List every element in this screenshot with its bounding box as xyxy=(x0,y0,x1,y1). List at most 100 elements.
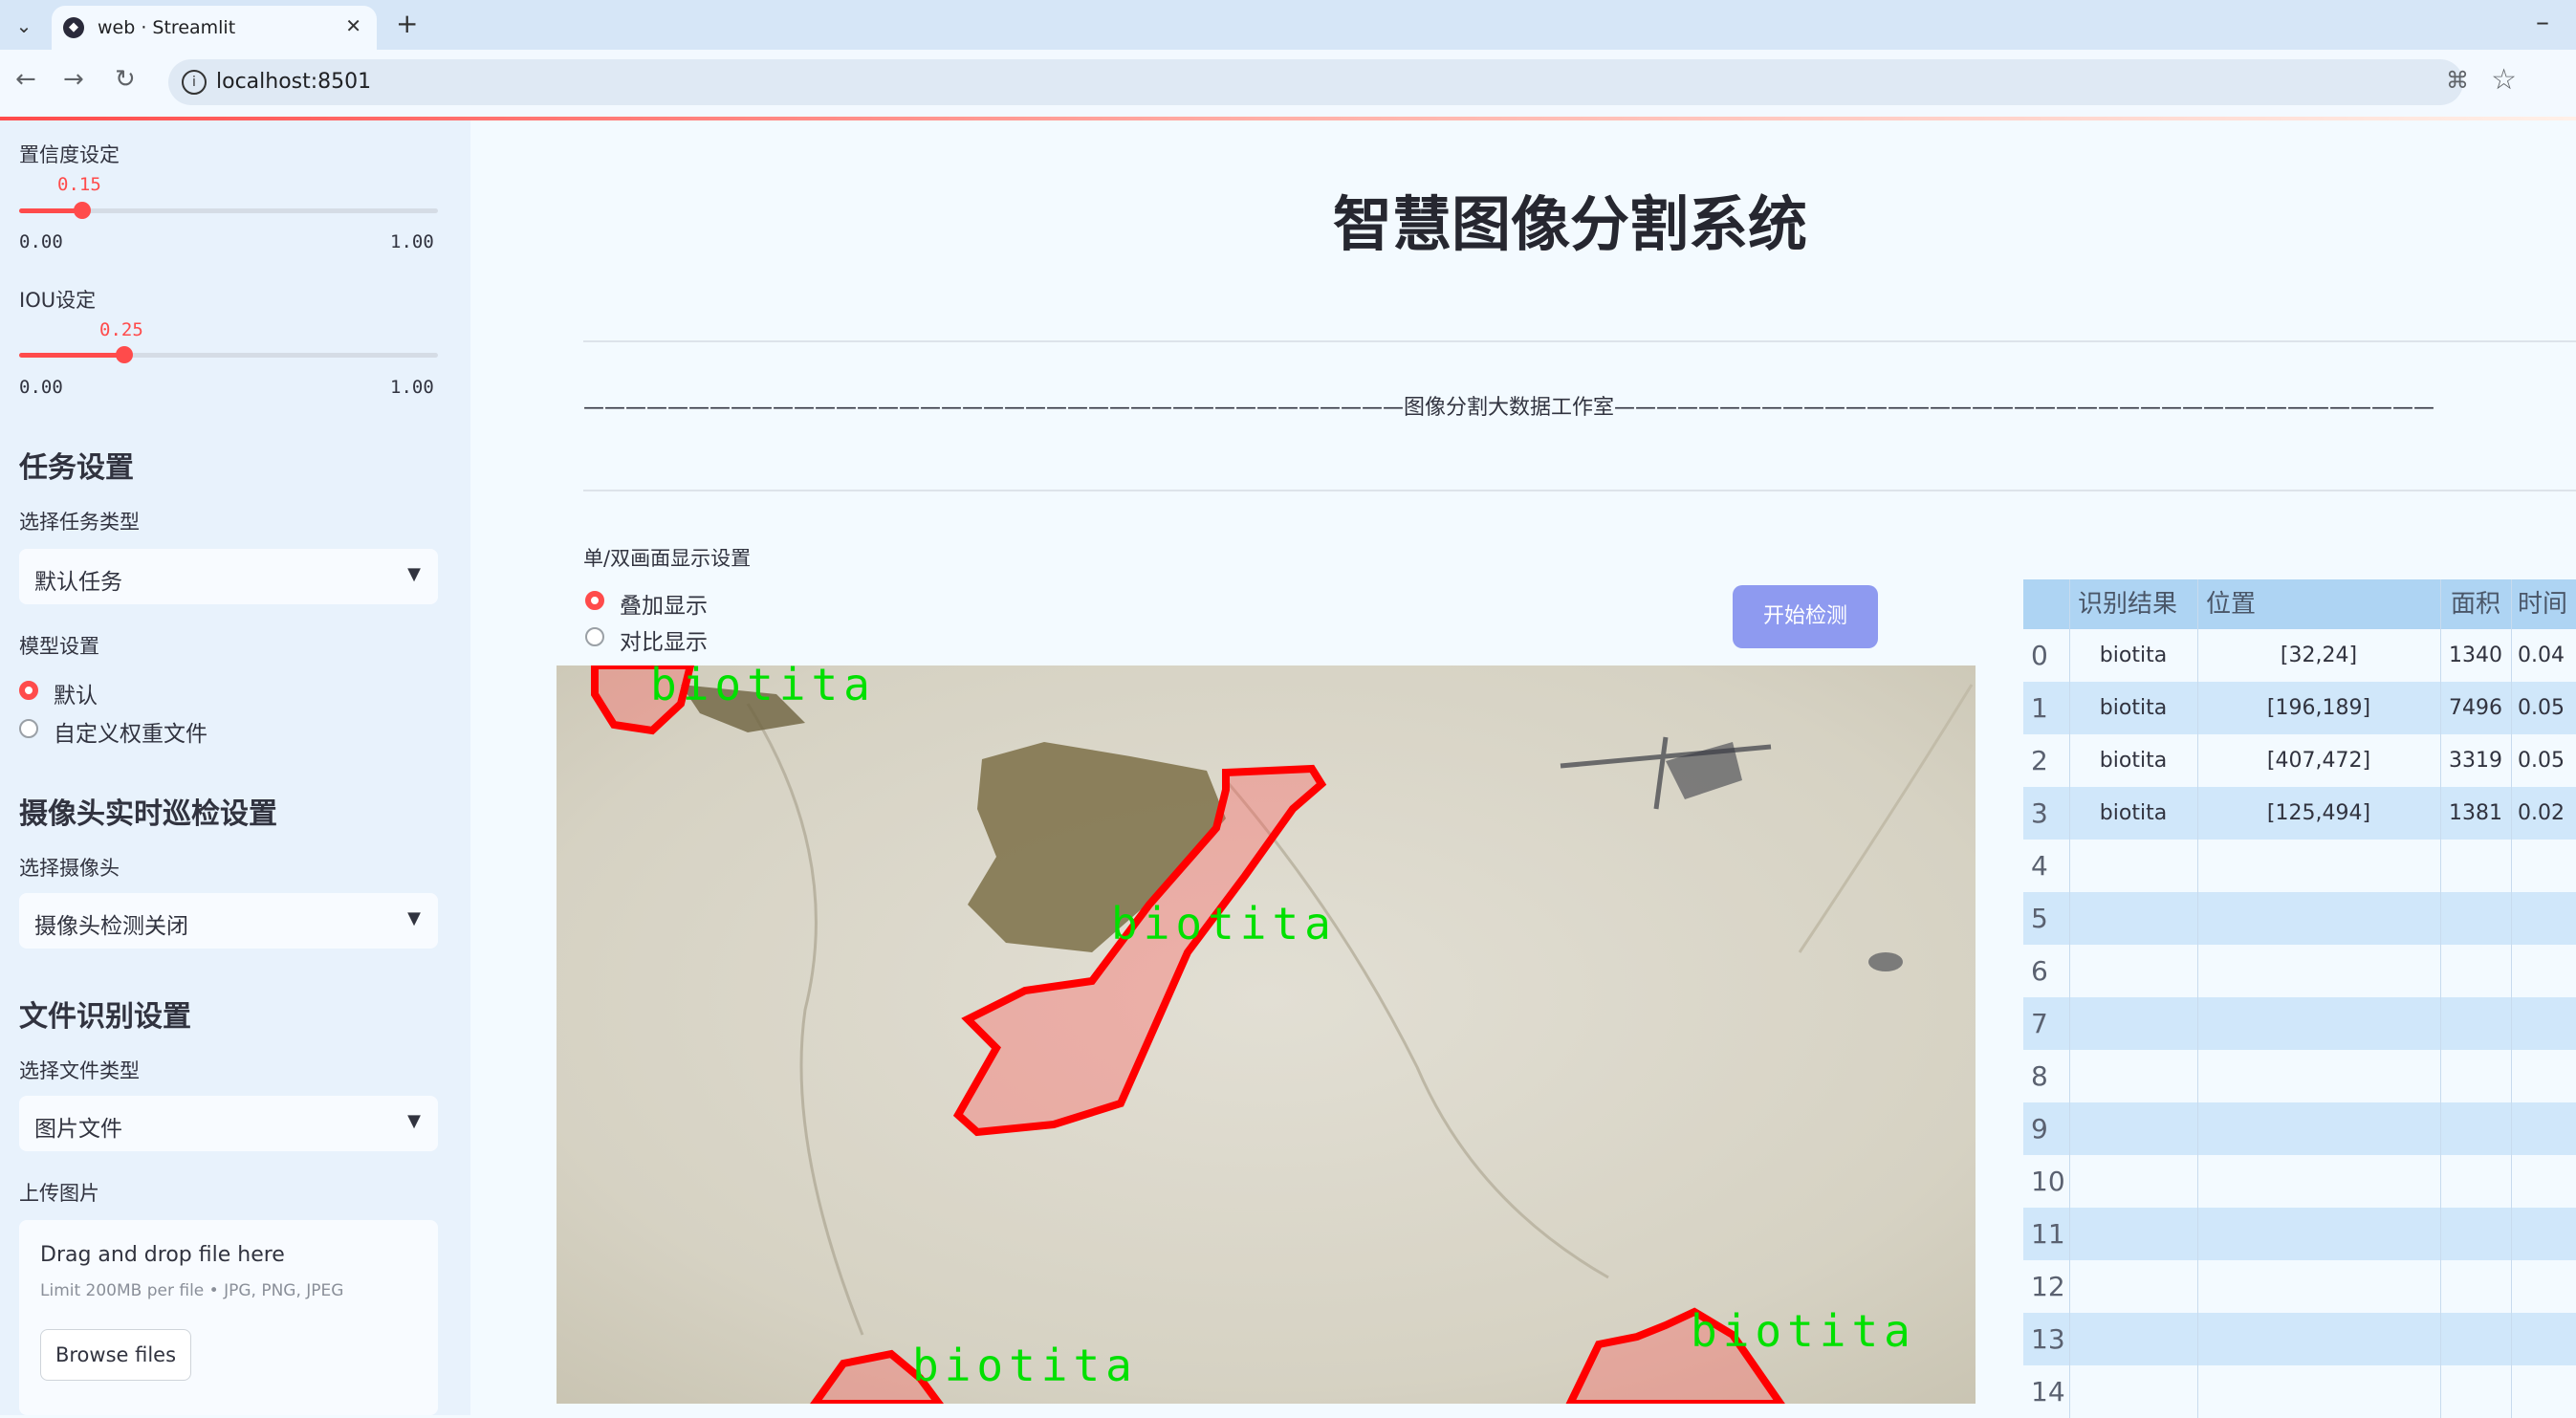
table-row[interactable]: 9 xyxy=(2023,1102,2576,1155)
detection-label-3: biotita xyxy=(1691,1305,1916,1357)
url-text: localhost:8501 xyxy=(216,70,372,94)
table-header-area[interactable]: 面积 xyxy=(2440,579,2510,629)
browser-tab[interactable]: ◆ web · Streamlit ✕ xyxy=(52,6,377,50)
confidence-label: 置信度设定 xyxy=(19,143,120,166)
table-row[interactable]: 7 xyxy=(2023,997,2576,1050)
row-position xyxy=(2197,1155,2439,1208)
table-row[interactable]: 0 biotita [32,24] 1340 0.04 xyxy=(2023,629,2576,682)
row-index: 13 xyxy=(2031,1323,2065,1355)
file-uploader-dropzone[interactable]: Drag and drop file here Limit 200MB per … xyxy=(19,1220,438,1415)
table-header-index xyxy=(2023,579,2075,629)
row-result xyxy=(2069,892,2196,945)
confidence-value: 0.15 xyxy=(57,174,101,195)
camera-select-label: 选择摄像头 xyxy=(19,857,120,880)
row-area: 3319 xyxy=(2440,734,2510,787)
iou-slider[interactable] xyxy=(19,346,438,363)
table-row[interactable]: 8 xyxy=(2023,1050,2576,1102)
row-area xyxy=(2440,997,2510,1050)
results-table: 识别结果 位置 面积 时间 0 biotita [32,24] 1340 0.04 1 bi… xyxy=(2023,579,2576,1418)
file-type-label: 选择文件类型 xyxy=(19,1059,140,1082)
divider-top xyxy=(583,340,2576,342)
upload-limit-text: Limit 200MB per file • JPG, PNG, JPEG xyxy=(40,1281,344,1300)
window-minimize-icon[interactable]: – xyxy=(2536,6,2549,37)
row-position xyxy=(2197,1102,2439,1155)
upload-drag-text: Drag and drop file here xyxy=(40,1243,285,1267)
row-time xyxy=(2511,1102,2576,1155)
row-index: 14 xyxy=(2031,1376,2065,1407)
table-header-result[interactable]: 识别结果 xyxy=(2069,579,2204,629)
row-time xyxy=(2511,840,2576,892)
tab-close-icon[interactable]: ✕ xyxy=(345,14,361,37)
model-option-default-label: 默认 xyxy=(54,684,98,709)
chevron-down-icon: ▼ xyxy=(407,564,421,584)
table-row[interactable]: 13 xyxy=(2023,1313,2576,1365)
table-header-position[interactable]: 位置 xyxy=(2197,579,2447,629)
radio-unchecked-icon xyxy=(585,627,604,646)
row-result: biotita xyxy=(2069,629,2196,682)
row-time: 0.02 xyxy=(2511,787,2576,840)
back-icon[interactable]: ← xyxy=(15,65,36,94)
row-area xyxy=(2440,1260,2510,1313)
confidence-slider-thumb[interactable] xyxy=(73,202,91,219)
row-result: biotita xyxy=(2069,734,2196,787)
table-row[interactable]: 2 biotita [407,472] 3319 0.05 xyxy=(2023,734,2576,787)
table-header-time[interactable]: 时间 xyxy=(2511,579,2576,629)
site-info-icon[interactable]: i xyxy=(182,70,207,95)
new-tab-icon[interactable]: + xyxy=(396,8,418,39)
forward-icon[interactable]: → xyxy=(63,65,84,94)
row-area xyxy=(2440,1102,2510,1155)
row-index: 9 xyxy=(2031,1113,2048,1145)
table-row[interactable]: 11 xyxy=(2023,1208,2576,1260)
translate-icon[interactable]: ⌘ xyxy=(2446,67,2469,94)
file-type-select[interactable]: 图片文件 ▼ xyxy=(19,1096,438,1151)
row-area xyxy=(2440,1313,2510,1365)
row-position xyxy=(2197,1208,2439,1260)
model-option-custom-label: 自定义权重文件 xyxy=(54,722,207,747)
row-result xyxy=(2069,840,2196,892)
browser-tab-bar: ⌄ ◆ web · Streamlit ✕ + – xyxy=(0,0,2576,50)
row-result xyxy=(2069,1208,2196,1260)
browse-files-button[interactable]: Browse files xyxy=(40,1329,191,1381)
chevron-down-icon: ▼ xyxy=(407,908,421,928)
detection-label-0: biotita xyxy=(650,665,876,710)
row-area xyxy=(2440,1155,2510,1208)
row-time xyxy=(2511,997,2576,1050)
row-result xyxy=(2069,1102,2196,1155)
confidence-min: 0.00 xyxy=(19,231,63,252)
iou-slider-thumb[interactable] xyxy=(115,346,133,363)
page-title: 智慧图像分割系统 xyxy=(1333,189,1808,259)
camera-select[interactable]: 摄像头检测关闭 ▼ xyxy=(19,893,438,949)
row-area xyxy=(2440,1050,2510,1102)
iou-min: 0.00 xyxy=(19,377,63,398)
address-bar[interactable]: i localhost:8501 xyxy=(168,59,2463,105)
bookmark-star-icon[interactable]: ☆ xyxy=(2491,63,2517,97)
display-option-overlay-label: 叠加显示 xyxy=(620,594,708,619)
row-area: 7496 xyxy=(2440,682,2510,734)
row-index: 12 xyxy=(2031,1271,2065,1302)
start-detection-button[interactable]: 开始检测 xyxy=(1733,585,1878,648)
table-row[interactable]: 6 xyxy=(2023,945,2576,997)
table-row[interactable]: 1 biotita [196,189] 7496 0.05 xyxy=(2023,682,2576,734)
task-settings-header: 任务设置 xyxy=(19,451,134,485)
table-row[interactable]: 12 xyxy=(2023,1260,2576,1313)
row-position xyxy=(2197,997,2439,1050)
row-position xyxy=(2197,945,2439,997)
table-row[interactable]: 4 xyxy=(2023,840,2576,892)
reload-icon[interactable]: ↻ xyxy=(115,65,136,94)
segmentation-result-image: biotita biotita biotita biotita xyxy=(557,665,1976,1404)
confidence-slider[interactable] xyxy=(19,202,438,219)
task-type-select[interactable]: 默认任务 ▼ xyxy=(19,549,438,604)
row-result xyxy=(2069,1260,2196,1313)
iou-value: 0.25 xyxy=(99,319,143,340)
table-row[interactable]: 5 xyxy=(2023,892,2576,945)
studio-divider-text: ———————————————————————————————————————图… xyxy=(583,396,2435,420)
row-index: 3 xyxy=(2031,797,2048,829)
table-row[interactable]: 3 biotita [125,494] 1381 0.02 xyxy=(2023,787,2576,840)
divider-bottom xyxy=(583,490,2576,491)
table-row[interactable]: 14 xyxy=(2023,1365,2576,1418)
table-row[interactable]: 10 xyxy=(2023,1155,2576,1208)
table-header-row: 识别结果 位置 面积 时间 xyxy=(2023,579,2576,629)
row-area xyxy=(2440,1208,2510,1260)
row-index: 6 xyxy=(2031,955,2048,987)
tab-search-chevron-icon[interactable]: ⌄ xyxy=(10,11,38,40)
